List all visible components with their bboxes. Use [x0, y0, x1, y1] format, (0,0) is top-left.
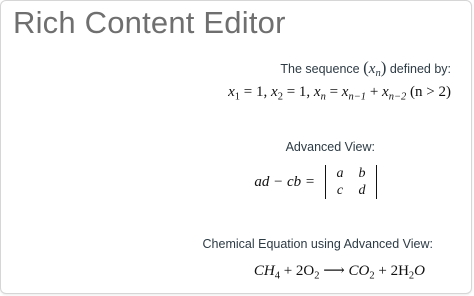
sequence-caption: The sequence (xn) defined by:: [280, 58, 451, 80]
determinant-equation: ad − cb = a b c d: [254, 164, 377, 200]
rich-content-editor: Rich Content Editor The sequence (xn) de…: [0, 0, 472, 294]
chemical-equation-caption: Chemical Equation using Advanced View:: [202, 237, 433, 251]
sequence-caption-suffix: defined by:: [386, 62, 451, 76]
chemical-equation: CH4 + 2O2 ⟶ CO2 + 2H2O: [253, 263, 425, 282]
editor-title: Rich Content Editor: [13, 5, 286, 40]
advanced-view-caption: Advanced View:: [285, 140, 375, 154]
sequence-symbol: (xn): [363, 58, 387, 80]
sequence-formula: x1 = 1, x2 = 1, xn = xn−1 + xn−2 (n > 2): [228, 84, 451, 103]
matrix-cell: d: [358, 182, 366, 198]
matrix-cell: b: [358, 165, 366, 181]
matrix-cell: c: [336, 182, 344, 198]
sequence-caption-prefix: The sequence: [280, 62, 364, 76]
determinant-lhs: ad − cb =: [254, 173, 315, 190]
matrix-cell: a: [336, 165, 344, 181]
determinant-matrix: a b c d: [325, 165, 377, 199]
